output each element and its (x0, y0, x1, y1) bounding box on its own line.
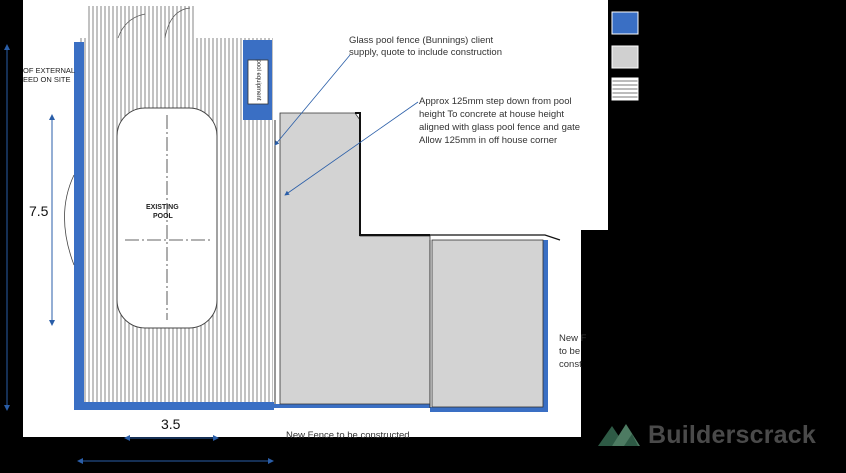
step-note-line4: Allow 125mm in off house corner (419, 135, 558, 146)
legend-swatch-concrete (611, 45, 639, 69)
external-note-line2: EED ON SITE (23, 75, 71, 84)
new-fence-right-line3: const (559, 359, 582, 370)
site-plan-canvas (4, 0, 640, 464)
step-note-line2: height To concrete at house height (419, 109, 565, 120)
fence-note-line2: supply, quote to include construction (349, 47, 502, 58)
width-dimension-label: 3.5 (161, 416, 181, 432)
right-fence-blue (543, 240, 548, 412)
deck-top-strip (86, 6, 196, 38)
height-dimension-label: 7.5 (29, 203, 49, 219)
new-fence-right-line2: to be (559, 346, 581, 357)
external-note-line1: OF EXTERNAL (23, 66, 76, 75)
left-fence-blue (74, 42, 84, 410)
pool-label-line2: POOL (153, 213, 173, 220)
legend-swatch-fence (611, 11, 639, 35)
step-note-line3: aligned with glass pool fence and gate (419, 122, 581, 133)
sheet-top-black-band (23, 0, 198, 6)
bottom-fence-blue (74, 402, 274, 410)
new-fence-bottom-note: New Fence to be constructed (286, 430, 410, 441)
pool-label-line1: EXISTING (146, 204, 179, 211)
sheet-extension-top-right (581, 5, 608, 230)
new-fence-right-line1: New F (559, 333, 587, 344)
concrete-area-lower-right (431, 239, 544, 408)
bottom-fence-blue-right (430, 407, 548, 412)
legend-swatch-deck (611, 77, 639, 101)
builderscrack-logo-icon (598, 424, 640, 446)
pool-equipment-label: pool equipment (255, 59, 261, 101)
builderscrack-wordmark: Builderscrack (648, 421, 816, 449)
step-note-line1: Approx 125mm step down from pool (419, 96, 572, 107)
